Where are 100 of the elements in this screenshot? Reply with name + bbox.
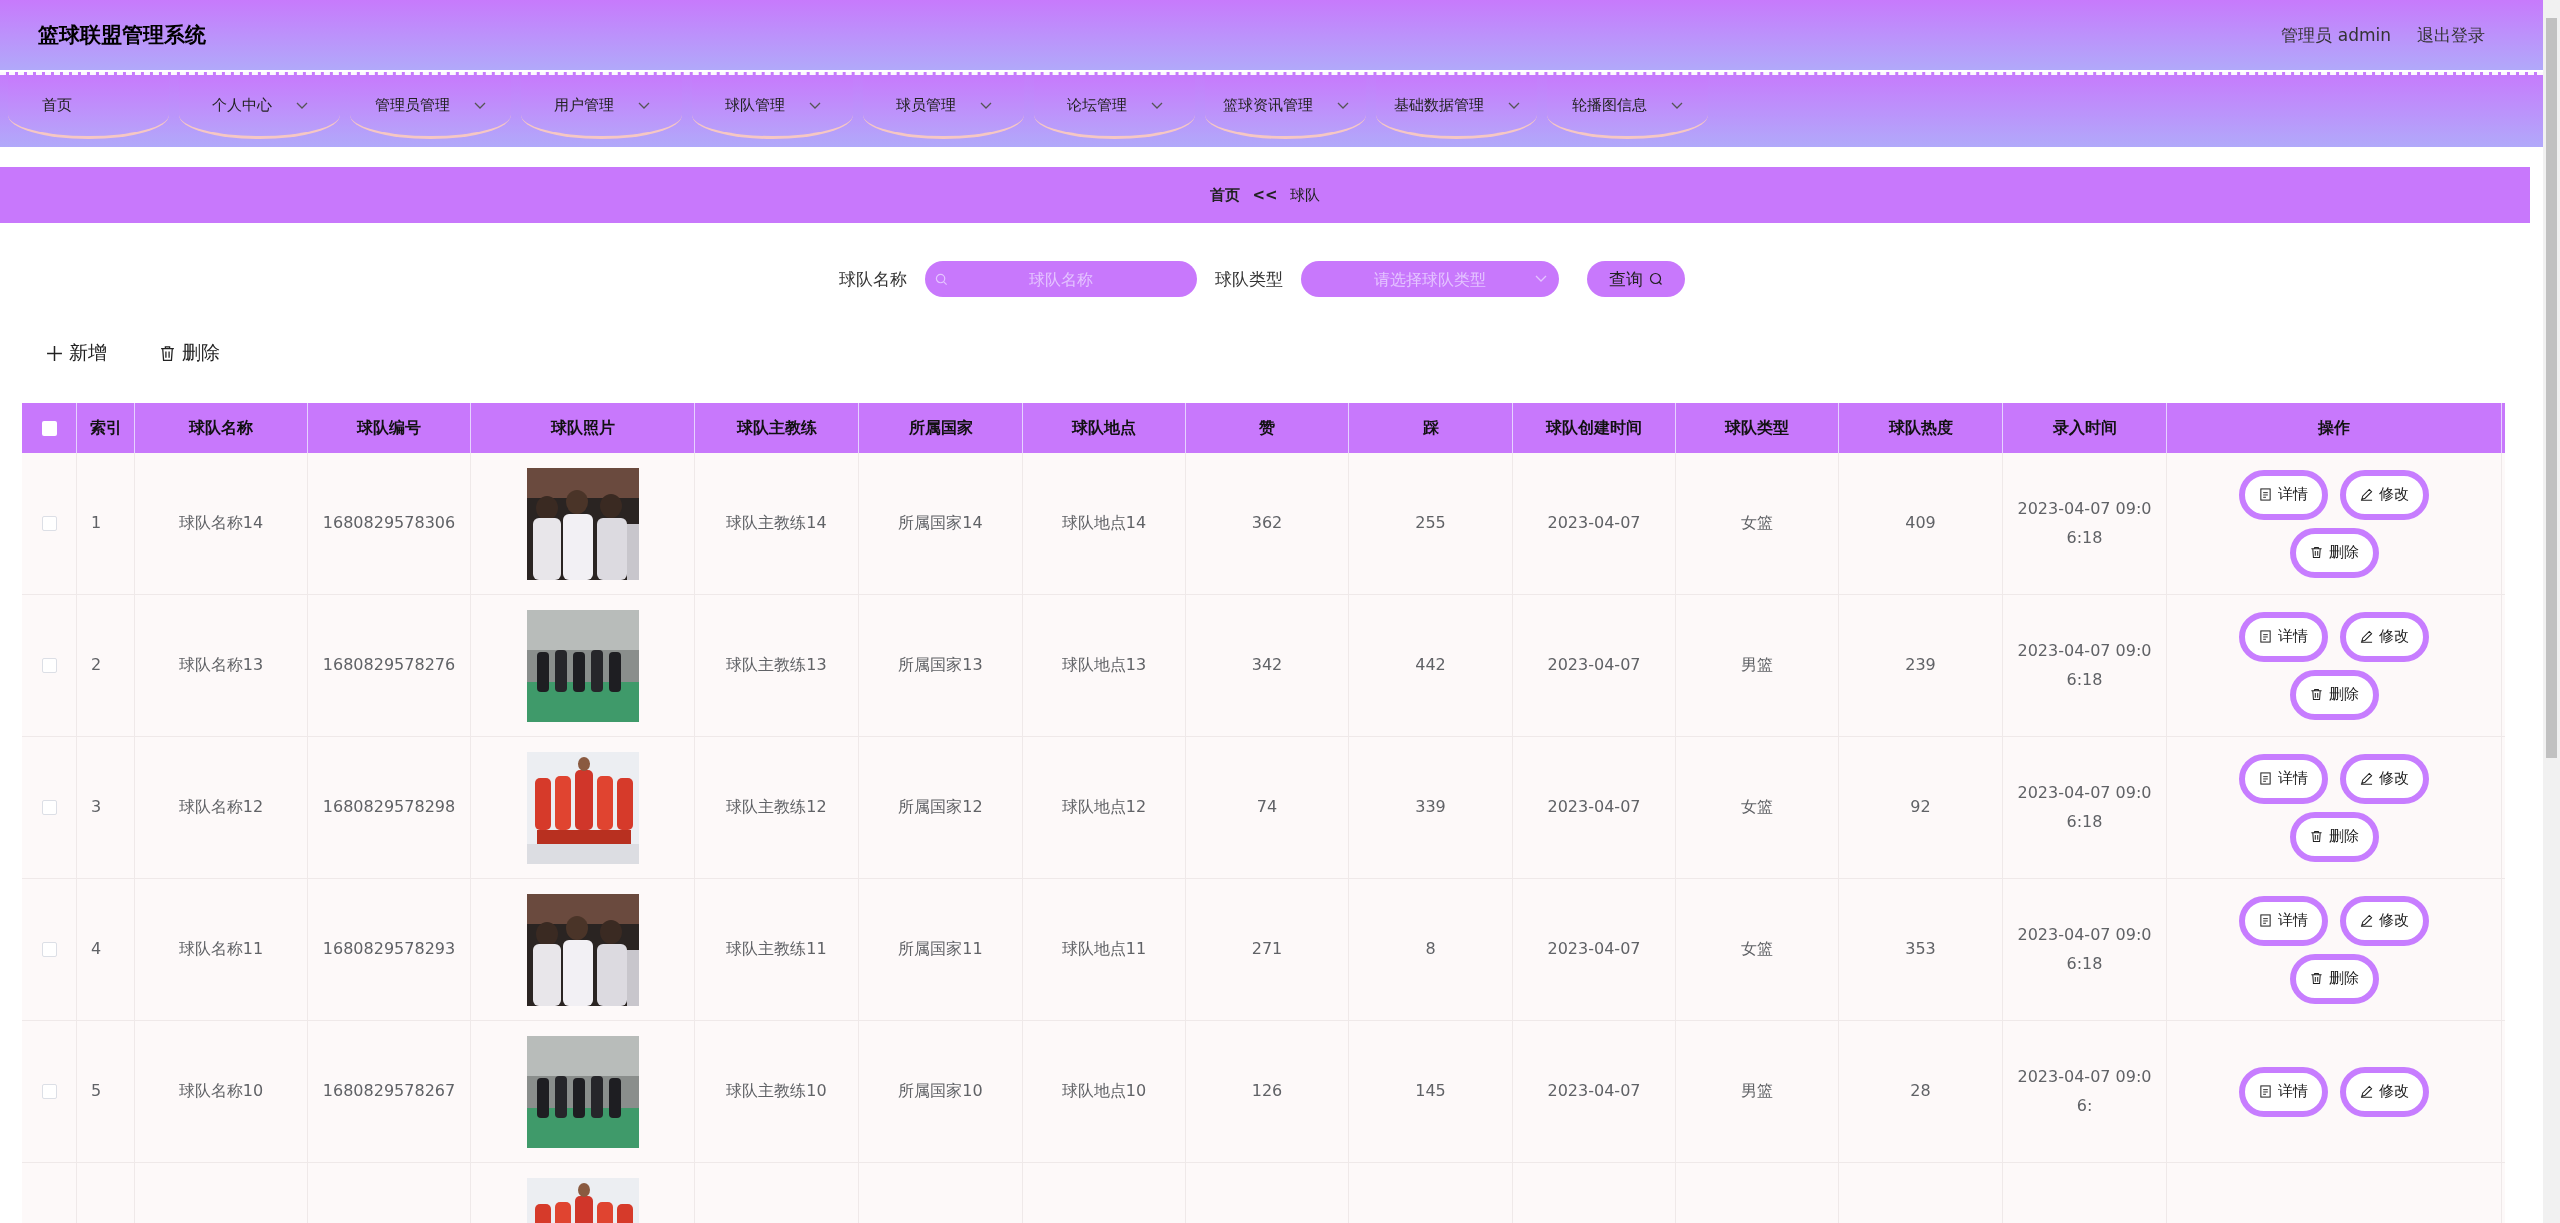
document-icon — [2259, 488, 2272, 501]
select-all-checkbox[interactable] — [41, 420, 57, 436]
table-cell-text: 1 — [91, 512, 102, 535]
document-icon — [2259, 630, 2272, 643]
table-cell-text: 球队名称13 — [178, 654, 264, 677]
table-cell-text: 271 — [1251, 938, 1283, 961]
caret-icon — [295, 101, 308, 110]
breadcrumb-current: 球队 — [1289, 185, 1320, 205]
field-label: 球队名称 — [838, 267, 907, 291]
pencil-icon — [2360, 914, 2373, 927]
row-checkbox[interactable] — [41, 800, 57, 815]
column-header: 所属国家 — [908, 417, 973, 439]
caret-icon — [1534, 275, 1547, 283]
table-cell-text: 球队地点10 — [1061, 1080, 1147, 1103]
trash-icon — [2309, 546, 2323, 559]
table-cell-text: 8 — [1425, 938, 1436, 961]
column-header: 球队热度 — [1888, 417, 1953, 439]
table-cell-text: 所属国家13 — [898, 654, 983, 677]
table-cell-text: 球队名称10 — [178, 1080, 264, 1103]
column-header: 球队编号 — [357, 417, 421, 439]
edit-button[interactable]: 修改 — [2340, 611, 2429, 662]
table-cell-text: 2023-04-07 09:06:18 — [2016, 781, 2153, 833]
table-cell-text: 女篮 — [1741, 796, 1773, 819]
table-cell-text: 2023-04-07 — [1547, 1080, 1641, 1103]
table-cell-text: 353 — [1905, 938, 1936, 961]
search-icon — [1648, 272, 1663, 286]
delete-button[interactable]: 删除 — [2289, 527, 2379, 578]
table-cell-text: 4 — [91, 938, 102, 961]
edit-button[interactable]: 修改 — [2340, 753, 2429, 804]
caret-icon — [1507, 101, 1520, 110]
search-field[interactable]: 球队名称 — [924, 261, 1197, 297]
document-icon — [2259, 772, 2272, 785]
table-cell-text: 2023-04-07 — [1547, 796, 1641, 819]
delete-button[interactable]: 删除 — [2289, 669, 2379, 720]
table-cell-text: 所属国家10 — [898, 1080, 983, 1103]
column-header: 索引 — [89, 417, 122, 439]
row-checkbox[interactable] — [41, 942, 57, 957]
delete-button[interactable]: 删除 — [159, 337, 220, 369]
table-cell-text: 所属国家11 — [898, 938, 983, 961]
table-cell-text: 球队名称14 — [178, 512, 264, 535]
table-cell-text: 339 — [1415, 796, 1446, 819]
user-name: 管理员 admin — [2281, 23, 2391, 47]
table-cell-text: 1680829578293 — [322, 938, 456, 961]
edit-button[interactable]: 修改 — [2340, 469, 2429, 520]
table-cell-text: 1680829578298 — [322, 796, 456, 819]
logout-link[interactable]: 退出登录 — [2417, 23, 2485, 47]
column-header: 操作 — [2318, 417, 2350, 439]
column-header: 球队地点 — [1072, 417, 1136, 439]
table-cell-text: 球队地点12 — [1061, 796, 1147, 819]
table-cell-text: 球队主教练12 — [726, 796, 827, 819]
trash-icon — [159, 344, 176, 362]
detail-button[interactable]: 详情 — [2239, 611, 2328, 662]
table-cell-text: 所属国家14 — [898, 512, 983, 535]
table-cell-text: 2023-04-07 09:06:18 — [2016, 923, 2153, 975]
breadcrumb-home[interactable]: 首页 — [1210, 185, 1241, 205]
table-cell-text: 男篮 — [1741, 1080, 1773, 1103]
table-cell-text: 球队主教练11 — [726, 938, 827, 961]
pencil-icon — [2360, 630, 2373, 643]
table-cell-text: 所属国家12 — [898, 796, 983, 819]
detail-button[interactable]: 详情 — [2239, 469, 2328, 520]
table-cell-text: 球队地点13 — [1061, 654, 1147, 677]
breadcrumb-separator: << — [1252, 186, 1278, 204]
row-checkbox[interactable] — [41, 516, 57, 531]
edit-button[interactable]: 修改 — [2340, 1066, 2429, 1117]
table-cell-text: 145 — [1415, 1080, 1446, 1103]
table-cell-text: 2023-04-07 — [1547, 938, 1641, 961]
table-cell-text: 239 — [1905, 654, 1936, 677]
row-checkbox[interactable] — [41, 658, 57, 673]
table-cell-text: 126 — [1251, 1080, 1283, 1103]
delete-button[interactable]: 删除 — [2289, 811, 2379, 862]
table-cell-text: 2 — [91, 654, 102, 677]
edit-button[interactable]: 修改 — [2340, 895, 2429, 946]
caret-icon — [808, 101, 821, 110]
detail-button[interactable]: 详情 — [2239, 1066, 2328, 1117]
table-cell-text: 3 — [91, 796, 102, 819]
column-header: 球队类型 — [1725, 417, 1789, 439]
table-cell-text: 女篮 — [1741, 938, 1773, 961]
pencil-icon — [2360, 1085, 2373, 1098]
search-button[interactable]: 查询 — [1586, 261, 1685, 297]
type-select[interactable]: 请选择球队类型 — [1300, 261, 1559, 297]
table-cell-text: 5 — [91, 1080, 102, 1103]
detail-button[interactable]: 详情 — [2239, 753, 2328, 804]
table-cell-text: 362 — [1251, 512, 1283, 535]
document-icon — [2259, 914, 2272, 927]
caret-icon — [474, 101, 486, 110]
caret-icon — [1336, 101, 1349, 110]
add-button[interactable]: 新增 — [46, 337, 107, 369]
delete-button[interactable]: 删除 — [2289, 953, 2379, 1004]
table-cell-text: 74 — [1256, 796, 1278, 819]
scrollbar[interactable] — [2543, 0, 2560, 1223]
table-cell-text: 2023-04-07 09:06:18 — [2016, 639, 2153, 691]
table-cell-text: 1680829578306 — [322, 512, 456, 535]
row-checkbox[interactable] — [41, 1084, 57, 1099]
table-cell-text: 球队地点11 — [1061, 938, 1147, 961]
trash-icon — [2309, 830, 2323, 843]
table-cell-text: 2023-04-07 — [1547, 512, 1641, 535]
caret-icon — [979, 101, 992, 110]
table-cell-text: 球队主教练10 — [726, 1080, 827, 1103]
table-cell-text: 1680829578276 — [322, 654, 456, 677]
detail-button[interactable]: 详情 — [2239, 895, 2328, 946]
